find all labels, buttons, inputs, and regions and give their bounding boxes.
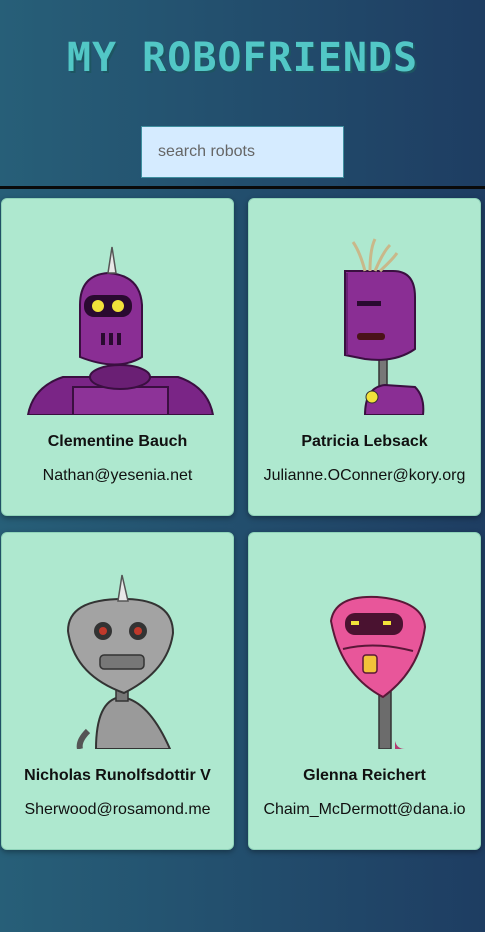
- robot-card[interactable]: Glenna Reichert Chaim_McDermott@dana.io: [248, 532, 481, 850]
- robot-avatar: [329, 595, 427, 749]
- robot-email: Nathan@yesenia.net: [42, 467, 193, 484]
- robot-name: Clementine Bauch: [47, 433, 188, 450]
- divider: [0, 186, 485, 189]
- app-title: My Robofriends: [66, 35, 419, 81]
- robot-name: Patricia Lebsack: [301, 433, 428, 450]
- robot-email: Julianne.OConner@kory.org: [263, 467, 466, 484]
- robot-name: Nicholas Runolfsdottir V: [24, 767, 211, 784]
- robot-card[interactable]: Nicholas Runolfsdottir V Sherwood@rosamo…: [1, 532, 234, 850]
- robot-email: Sherwood@rosamond.me: [24, 801, 211, 818]
- robot-avatar: [66, 574, 175, 749]
- robot-card[interactable]: Clementine Bauch Nathan@yesenia.net: [1, 198, 234, 516]
- search-input[interactable]: [141, 126, 344, 178]
- robot-avatar: [344, 238, 425, 415]
- robot-avatar: [26, 246, 215, 415]
- robot-name: Glenna Reichert: [303, 767, 426, 784]
- robot-email: Chaim_McDermott@dana.io: [263, 801, 466, 818]
- robot-card[interactable]: Patricia Lebsack Julianne.OConner@kory.o…: [248, 198, 481, 516]
